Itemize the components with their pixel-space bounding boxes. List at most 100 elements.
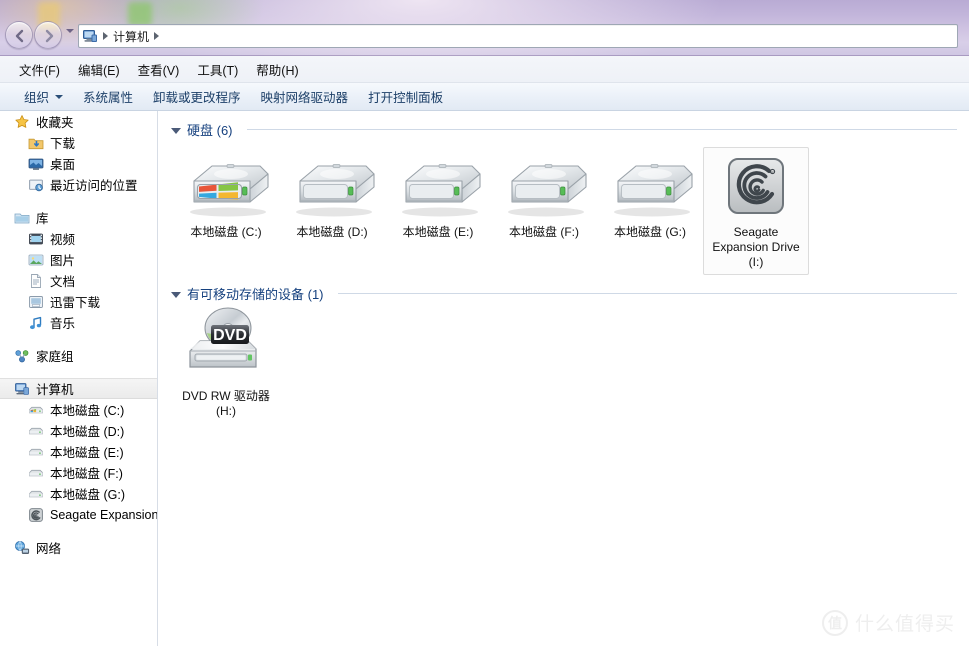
download-folder-icon: [28, 135, 44, 151]
toolbar-open-control-panel[interactable]: 打开控制面板: [358, 83, 453, 110]
video-icon: [29, 233, 43, 244]
drive-icon: [29, 427, 43, 434]
library-icon: [14, 210, 30, 226]
collapse-caret-icon[interactable]: [171, 291, 181, 298]
drive-tile-c[interactable]: 本地磁盘 (C:): [173, 147, 279, 275]
drive-tile-c-art: [180, 154, 272, 220]
forward-arrow-icon: [45, 29, 54, 43]
documents-icon: [28, 273, 44, 289]
sidebar-item-documents[interactable]: 文档: [0, 270, 157, 291]
homegroup-icon: [15, 349, 29, 362]
sidebar-item-drive-g-label: 本地磁盘 (G:): [50, 488, 125, 502]
history-dropdown-button[interactable]: [66, 29, 74, 33]
sidebar-item-drive-g[interactable]: 本地磁盘 (G:): [0, 483, 157, 504]
section-removable-storage-header[interactable]: 有可移动存储的设备 (1): [159, 275, 969, 305]
sidebar-item-drive-d[interactable]: 本地磁盘 (D:): [0, 420, 157, 441]
drive-tile-e[interactable]: 本地磁盘 (E:): [385, 147, 491, 275]
library-icon: [14, 213, 30, 223]
drive-icon: [28, 486, 44, 502]
breadcrumb-separator-2[interactable]: [154, 32, 160, 40]
menu-tools[interactable]: 工具(T): [188, 57, 247, 82]
drive-icon: [28, 465, 44, 481]
menu-file[interactable]: 文件(F): [10, 57, 69, 82]
drive-tile-f[interactable]: 本地磁盘 (F:): [491, 147, 597, 275]
drive-icon: [29, 490, 43, 497]
toolbar-map-network-drive[interactable]: 映射网络驱动器: [251, 83, 359, 110]
sidebar-item-seagate[interactable]: Seagate Expansion: [0, 504, 157, 525]
sidebar-item-music[interactable]: 音乐: [0, 312, 157, 333]
recent-places-icon: [29, 179, 43, 191]
watermark-badge: 值: [821, 609, 848, 636]
sidebar-group-network[interactable]: 网络: [0, 537, 157, 558]
drive-tile-dvd[interactable]: DVD DVD RW 驱动器 (H:): [173, 307, 279, 424]
dvd-drive-icon: DVD: [184, 303, 268, 384]
content-pane: 硬盘 (6) 本地磁盘 (C:) 本地磁盘 (D:) 本地磁盘 (E:) 本地磁盘 (F…: [159, 111, 969, 646]
menu-edit[interactable]: 编辑(E): [69, 57, 129, 82]
system-drive-icon: [180, 159, 272, 220]
drive-tile-dvd-label: DVD RW 驱动器 (H:): [182, 389, 270, 418]
back-button[interactable]: [5, 21, 33, 49]
collapse-caret-icon[interactable]: [171, 127, 181, 134]
sidebar-group-libraries-label: 库: [36, 212, 49, 226]
drive-tile-seagate-art: R: [725, 154, 787, 220]
drive-tile-g[interactable]: 本地磁盘 (G:): [597, 147, 703, 275]
sidebar-item-desktop[interactable]: 桌面: [0, 153, 157, 174]
toolbar-system-properties[interactable]: 系统属性: [73, 83, 143, 110]
sidebar-item-drive-d-label: 本地磁盘 (D:): [50, 425, 125, 439]
sidebar-item-drive-c[interactable]: 本地磁盘 (C:): [0, 399, 157, 420]
thunder-download-icon: [29, 295, 43, 308]
drive-tile-e-label: 本地磁盘 (E:): [402, 225, 474, 239]
toolbar-organize[interactable]: 组织: [14, 83, 73, 110]
sidebar-item-drive-e-label: 本地磁盘 (E:): [50, 446, 124, 460]
drive-tile-seagate-label: Seagate Expansion Drive (I:): [712, 225, 800, 269]
system-drive-icon: [28, 402, 44, 418]
section-hard-disks-title: 硬盘 (6): [187, 123, 233, 138]
computer-icon: [15, 382, 29, 395]
drive-tile-d[interactable]: 本地磁盘 (D:): [279, 147, 385, 275]
sidebar-group-homegroup[interactable]: 家庭组: [0, 345, 157, 366]
forward-button[interactable]: [34, 21, 62, 49]
svg-text:DVD: DVD: [213, 327, 247, 344]
breadcrumb-separator-1: [103, 32, 108, 40]
network-icon: [14, 540, 30, 556]
sidebar-group-network-label: 网络: [36, 542, 62, 556]
sidebar-group-computer[interactable]: 计算机: [0, 378, 157, 399]
sidebar-item-videos-label: 视频: [50, 233, 76, 247]
drive-icon: [498, 159, 590, 220]
address-bar[interactable]: 计算机: [78, 24, 958, 48]
sidebar-item-drive-f[interactable]: 本地磁盘 (F:): [0, 462, 157, 483]
breadcrumb-computer[interactable]: 计算机: [113, 28, 149, 45]
sidebar-item-recent-places-label: 最近访问的位置: [50, 179, 138, 193]
navigation-buttons: [5, 21, 67, 49]
drive-tile-dvd-art: DVD: [184, 307, 268, 384]
menu-help[interactable]: 帮助(H): [247, 57, 307, 82]
section-hard-disks-header[interactable]: 硬盘 (6): [159, 111, 969, 141]
sidebar-item-pictures[interactable]: 图片: [0, 249, 157, 270]
sidebar-item-downloads[interactable]: 下载: [0, 132, 157, 153]
sidebar-item-desktop-label: 桌面: [50, 158, 76, 172]
toolbar-uninstall-change-program[interactable]: 卸载或更改程序: [143, 83, 251, 110]
drive-tile-seagate[interactable]: R Seagate Expansion Drive (I:): [703, 147, 809, 275]
sidebar-group-libraries[interactable]: 库: [0, 207, 157, 228]
drive-tile-g-art: [604, 154, 696, 220]
sidebar-item-recent-places[interactable]: 最近访问的位置: [0, 174, 157, 195]
drive-tile-g-label: 本地磁盘 (G:): [614, 225, 686, 239]
sidebar-item-drive-c-label: 本地磁盘 (C:): [50, 404, 125, 418]
star-icon: [14, 114, 30, 130]
menu-view[interactable]: 查看(V): [129, 57, 189, 82]
menu-tools-label: 工具(T): [197, 63, 239, 78]
sidebar-item-videos[interactable]: 视频: [0, 228, 157, 249]
watermark: 值 什么值得买: [821, 609, 955, 636]
toolbar-map-network-drive-label: 映射网络驱动器: [260, 91, 349, 105]
sidebar-item-thunder-download[interactable]: 迅雷下载: [0, 291, 157, 312]
video-icon: [28, 231, 44, 247]
drive-icon: [28, 444, 44, 460]
sidebar-item-drive-e[interactable]: 本地磁盘 (E:): [0, 441, 157, 462]
sidebar-item-drive-f-label: 本地磁盘 (F:): [50, 467, 123, 481]
sidebar-group-favorites[interactable]: 收藏夹: [0, 111, 157, 132]
title-bar: 计算机: [0, 0, 969, 56]
documents-icon: [31, 273, 41, 288]
navigation-pane[interactable]: 收藏夹 下载桌面最近访问的位置库视频图片 文档 迅雷下载 音乐家庭组计算机本地磁盘 (C…: [0, 111, 158, 646]
chevron-down-icon: [55, 94, 64, 99]
